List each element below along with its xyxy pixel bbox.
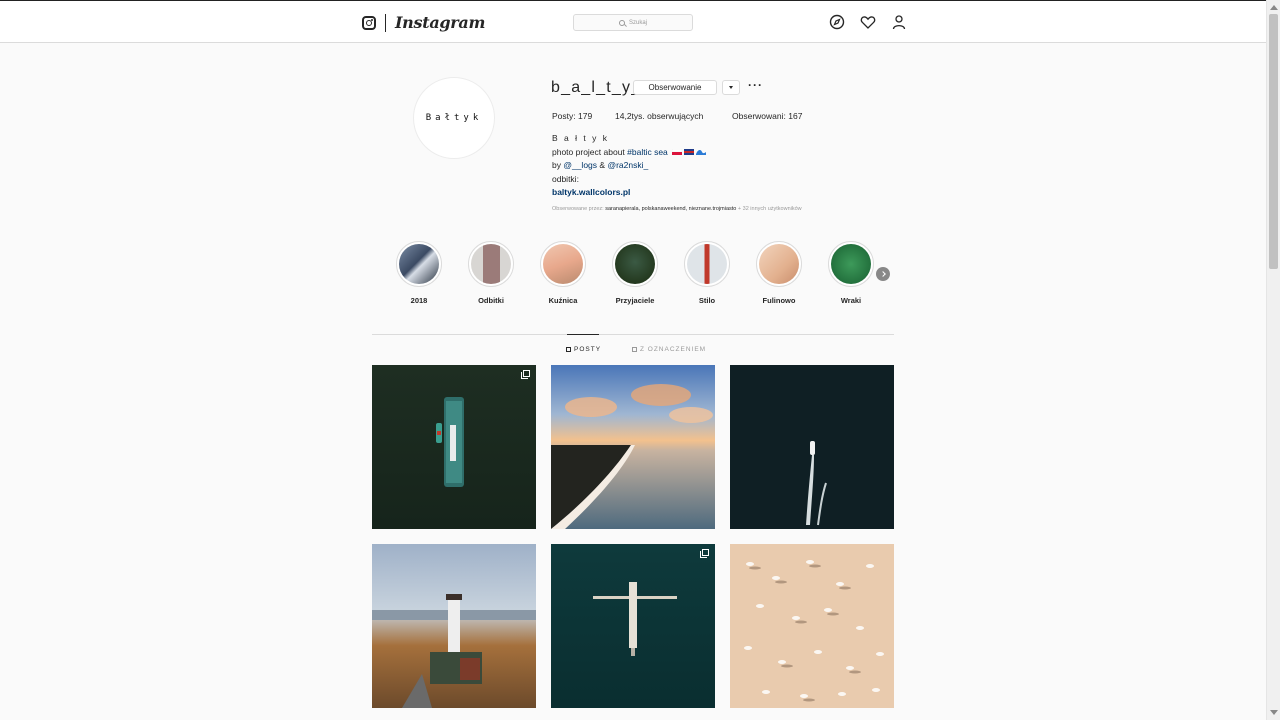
multi-photo-icon: [521, 370, 530, 379]
instagram-camera-icon: [362, 15, 376, 30]
poland-flag-icon: [672, 149, 683, 156]
highlight-item[interactable]: Odbitki: [467, 241, 515, 305]
scrollbar-thumb[interactable]: [1269, 14, 1278, 269]
profile-avatar[interactable]: Bałtyk: [413, 77, 495, 159]
post-thumbnail[interactable]: [372, 365, 536, 529]
hashtag-link[interactable]: #baltic sea: [627, 147, 668, 157]
boat-wake-photo: [806, 441, 827, 526]
heart-icon[interactable]: [860, 14, 876, 30]
bio-name: B a ł t y k: [552, 133, 609, 143]
search-input[interactable]: Szukaj: [573, 14, 693, 31]
highlight-cover-image: [831, 244, 871, 284]
profile-stats: Posty: 179 14,2tys. obserwujących Obserw…: [552, 111, 802, 121]
post-thumbnail[interactable]: [551, 365, 715, 529]
bio-website-link[interactable]: baltyk.wallcolors.pl: [552, 186, 706, 200]
follow-options-dropdown[interactable]: [722, 80, 740, 95]
pier-photo: [593, 582, 677, 656]
avatar-text: Bałtyk: [425, 113, 483, 123]
highlight-item[interactable]: Stilo: [683, 241, 731, 305]
highlight-item[interactable]: 2018: [395, 241, 443, 305]
mention-link-1[interactable]: @__logs: [563, 160, 597, 170]
post-thumbnail[interactable]: [730, 544, 894, 708]
highlight-item[interactable]: Kuźnica: [539, 241, 587, 305]
highlight-label: Stilo: [698, 296, 716, 305]
instagram-logo[interactable]: Instagram: [362, 13, 485, 32]
bio-line-authors: by @__logs & @ra2nski_: [552, 160, 649, 170]
ferry-photo: [436, 397, 464, 487]
highlight-label: Kuźnica: [548, 296, 578, 305]
highlight-label: Przyjaciele: [615, 296, 655, 305]
search-icon: [618, 19, 625, 26]
highlight-item[interactable]: Fulinowo: [755, 241, 803, 305]
post-thumbnail[interactable]: [372, 544, 536, 708]
highlight-cover-image: [543, 244, 583, 284]
search-placeholder: Szukaj: [628, 19, 647, 26]
bio-line-description: photo project about #baltic sea: [552, 146, 707, 160]
top-navigation-bar: Instagram Szukaj: [0, 0, 1266, 43]
instagram-wordmark: Instagram: [395, 13, 486, 32]
chevron-right-icon: [879, 271, 886, 277]
followed-by-text[interactable]: Obserwowane przez: saranapierala, polska…: [552, 206, 802, 212]
birds-on-sand-photo: [744, 560, 884, 702]
highlight-label: Wraki: [840, 296, 862, 305]
tagged-icon: [632, 347, 637, 352]
logo-divider: [385, 13, 386, 32]
highlight-item[interactable]: Przyjaciele: [611, 241, 659, 305]
section-divider: [372, 334, 894, 335]
story-highlights: 2018 Odbitki Kuźnica Przyjaciele Stilo F…: [395, 241, 895, 311]
page-scrollbar[interactable]: [1266, 0, 1280, 720]
followers-count[interactable]: 14,2tys. obserwujących: [615, 111, 732, 121]
tab-posts[interactable]: POSTY: [566, 346, 601, 353]
posts-count: Posty: 179: [552, 111, 593, 121]
highlight-cover-image: [615, 244, 655, 284]
active-tab-indicator: [567, 334, 599, 335]
nav-icons: [829, 14, 907, 30]
multi-photo-icon: [700, 549, 709, 558]
post-thumbnail[interactable]: [551, 544, 715, 708]
grid-icon: [566, 347, 571, 352]
country-flag-icon: [684, 149, 695, 156]
highlight-label: Odbitki: [478, 296, 504, 305]
highlight-cover-image: [759, 244, 799, 284]
scroll-down-arrow-icon[interactable]: [1270, 710, 1278, 715]
post-thumbnail[interactable]: [730, 365, 894, 529]
user-profile-icon[interactable]: [891, 14, 907, 30]
lighthouse-photo: [372, 594, 536, 708]
highlight-cover-image: [687, 244, 727, 284]
wave-icon: [696, 150, 707, 156]
highlight-label: 2018: [410, 296, 428, 305]
following-count[interactable]: Obserwowani: 167: [732, 111, 802, 121]
following-button[interactable]: Obserwowanie: [633, 80, 717, 95]
highlight-cover-image: [399, 244, 439, 284]
compass-icon[interactable]: [829, 14, 845, 30]
highlight-item[interactable]: Wraki: [827, 241, 875, 305]
highlights-next-button[interactable]: [876, 267, 890, 281]
scroll-up-arrow-icon[interactable]: [1270, 5, 1278, 10]
more-options-button[interactable]: ···: [748, 78, 763, 92]
chevron-down-icon: [729, 86, 733, 89]
highlight-cover-image: [471, 244, 511, 284]
bio-line-prints: odbitki:: [552, 173, 579, 184]
profile-bio: B a ł t y k photo project about #baltic …: [552, 132, 707, 200]
highlight-label: Fulinowo: [762, 296, 796, 305]
tab-tagged[interactable]: Z OZNACZENIEM: [632, 346, 706, 353]
coast-photo: [551, 384, 713, 529]
mention-link-2[interactable]: @ra2nski_: [607, 160, 648, 170]
